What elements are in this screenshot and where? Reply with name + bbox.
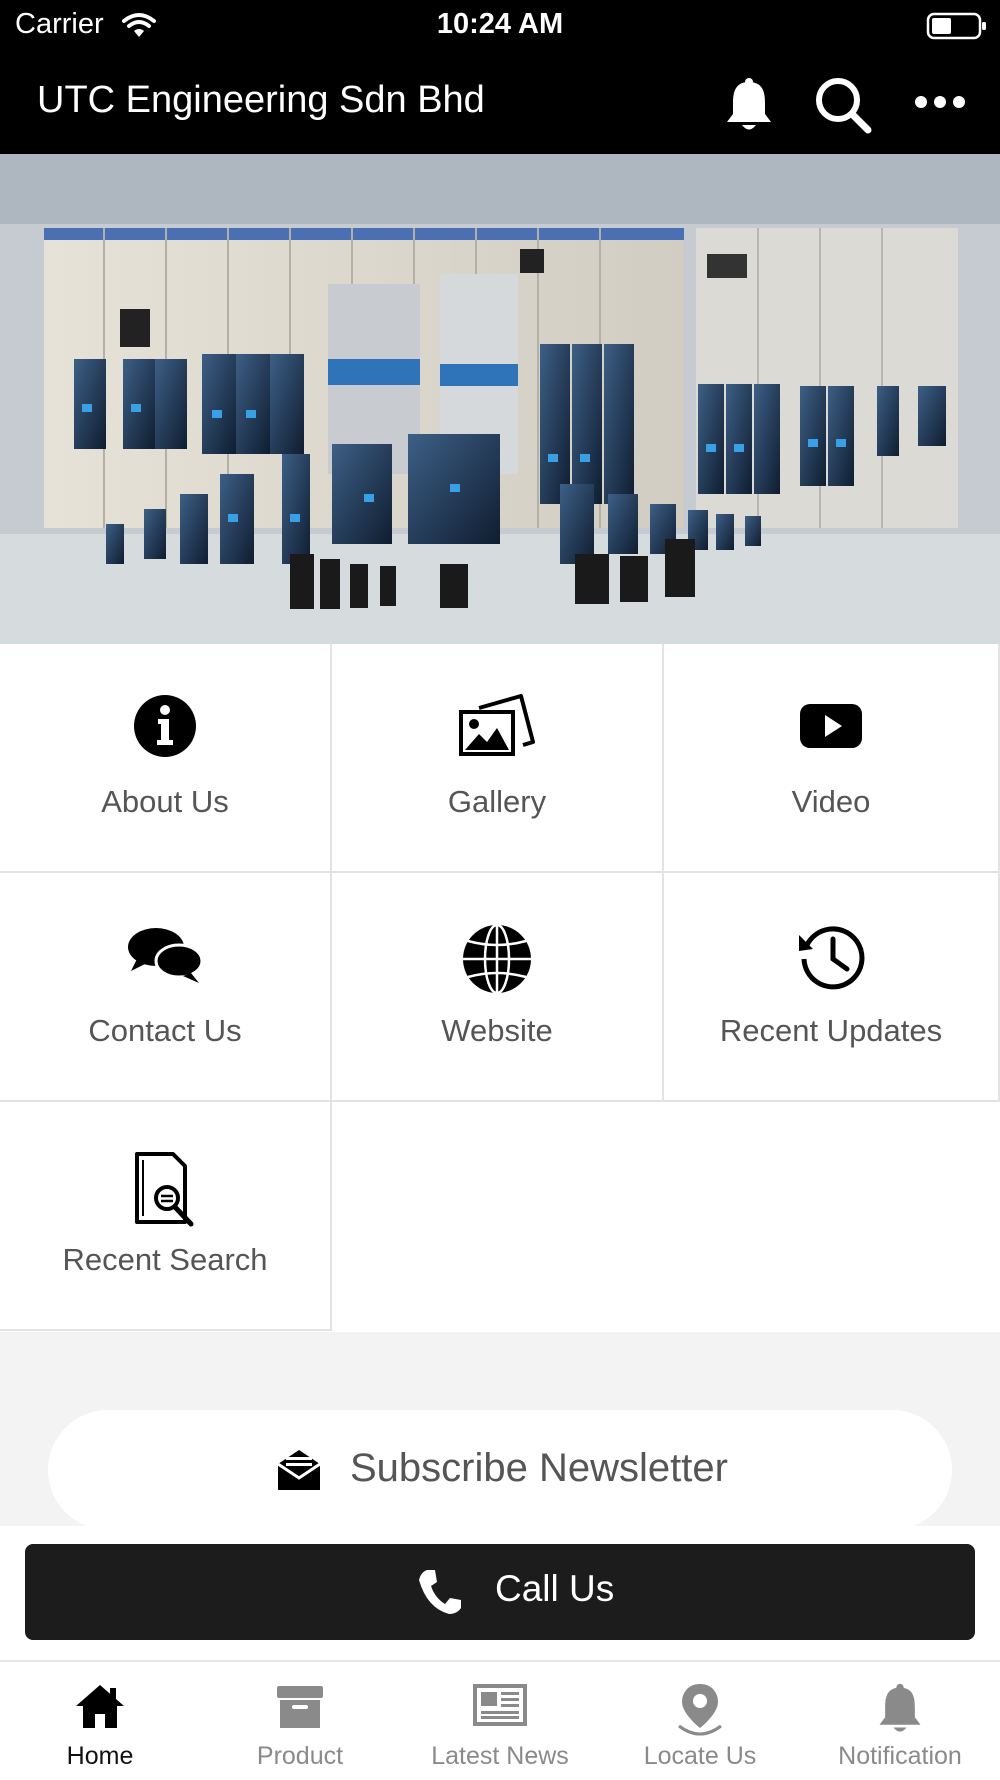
menu-item-label: Website [441, 1013, 553, 1048]
envelope-icon [276, 1448, 322, 1497]
menu-item-gallery[interactable]: Gallery [332, 644, 664, 873]
call-us-label: Call Us [495, 1568, 615, 1609]
tab-notification[interactable]: Notification [800, 1662, 1000, 1780]
tab-label: Locate Us [643, 1742, 757, 1770]
chat-bubbles-icon [0, 923, 330, 993]
menu-item-website[interactable]: Website [332, 873, 664, 1102]
menu-grid: About Us Gallery Video Contact Us Websit… [0, 644, 1000, 1332]
map-pin-icon [600, 1682, 800, 1738]
tab-home[interactable]: Home [0, 1662, 200, 1780]
tab-product[interactable]: Product [200, 1662, 400, 1780]
archive-box-icon [200, 1682, 400, 1738]
tab-locate-us[interactable]: Locate Us [600, 1662, 800, 1780]
more-icon[interactable] [914, 92, 966, 117]
status-time: 10:24 AM [436, 8, 564, 40]
bell-icon[interactable] [724, 76, 774, 137]
subscribe-newsletter-button[interactable]: Subscribe Newsletter [48, 1410, 952, 1530]
gallery-icon [332, 694, 662, 764]
menu-item-recent-search[interactable]: Recent Search [0, 1102, 332, 1331]
app-title: UTC Engineering Sdn Bhd [37, 79, 485, 121]
home-icon [0, 1682, 200, 1738]
menu-item-label: Contact Us [88, 1013, 242, 1048]
newspaper-icon [400, 1682, 600, 1738]
menu-item-about-us[interactable]: About Us [0, 644, 332, 873]
subscribe-label: Subscribe Newsletter [350, 1446, 728, 1490]
tab-label: Product [256, 1742, 344, 1770]
tab-label: Notification [838, 1742, 962, 1770]
menu-item-label: Recent Search [62, 1242, 268, 1277]
menu-item-video[interactable]: Video [664, 644, 1000, 873]
status-bar: Carrier 10:24 AM [0, 0, 1000, 52]
tab-latest-news[interactable]: Latest News [400, 1662, 600, 1780]
menu-item-recent-updates[interactable]: Recent Updates [664, 873, 1000, 1102]
document-search-icon [0, 1152, 330, 1227]
bottom-tab-bar: Home Product Latest News Locate Us Notif… [0, 1660, 1000, 1780]
menu-item-label: Video [791, 784, 871, 819]
call-us-button[interactable]: Call Us [25, 1544, 975, 1640]
globe-icon [332, 923, 662, 995]
menu-item-label: Gallery [447, 784, 547, 819]
phone-icon [417, 1568, 463, 1621]
info-icon [0, 694, 330, 764]
menu-item-label: Recent Updates [719, 1013, 943, 1048]
hero-banner-image [0, 154, 1000, 644]
empty-grid-space [332, 1102, 1000, 1331]
menu-item-label: About Us [101, 784, 229, 819]
history-icon [664, 923, 998, 993]
battery-icon [926, 12, 988, 45]
search-icon[interactable] [814, 76, 872, 139]
bell-icon [800, 1682, 1000, 1738]
youtube-icon [664, 694, 998, 764]
app-header: UTC Engineering Sdn Bhd [0, 52, 1000, 154]
menu-item-contact-us[interactable]: Contact Us [0, 873, 332, 1102]
tab-label: Latest News [431, 1742, 569, 1770]
tab-label: Home [66, 1742, 134, 1770]
